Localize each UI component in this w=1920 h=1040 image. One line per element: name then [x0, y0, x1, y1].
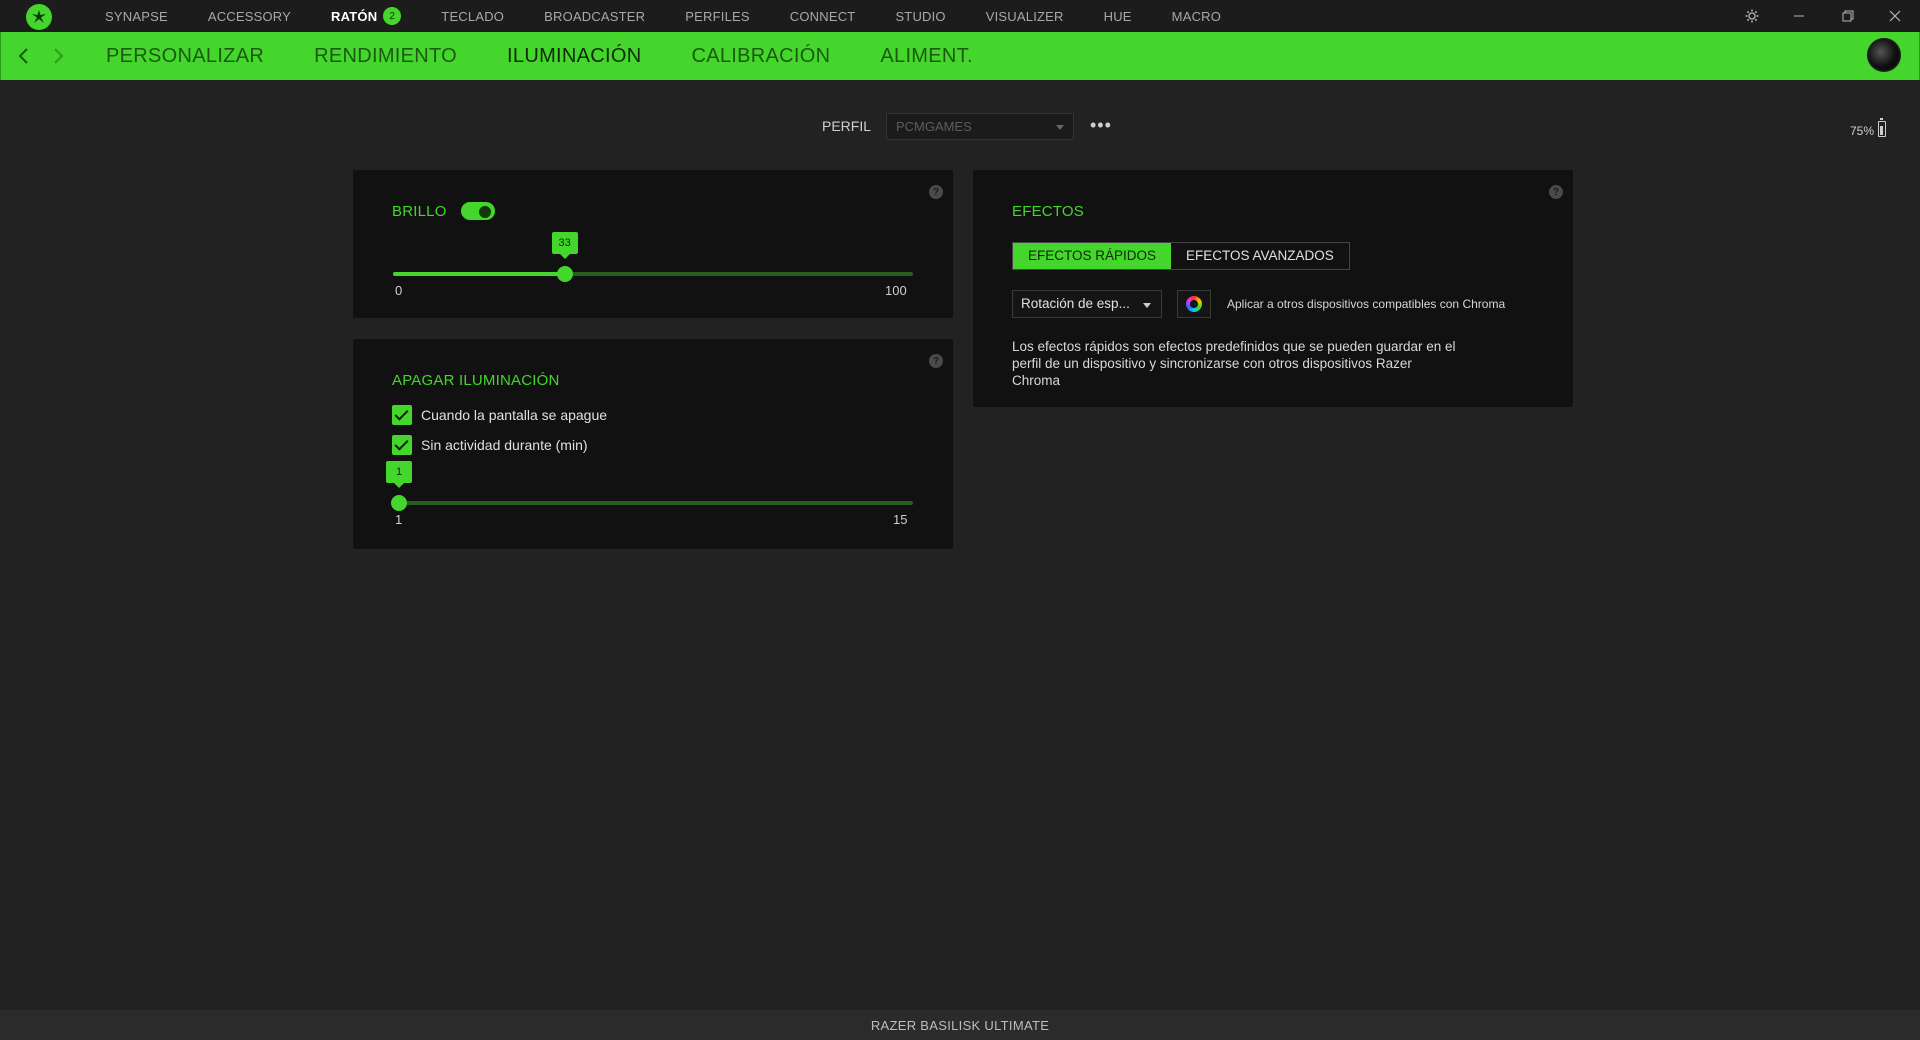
effect-dropdown-value: Rotación de esp...: [1021, 296, 1130, 311]
back-arrow-icon[interactable]: [11, 44, 35, 68]
top-nav-macro[interactable]: MACRO: [1172, 9, 1221, 24]
top-nav-visualizer[interactable]: VISUALIZER: [986, 9, 1064, 24]
top-nav-hue[interactable]: HUE: [1104, 9, 1132, 24]
lighting-off-panel: ? APAGAR ILUMINACIÓN Cuando la pantalla …: [353, 339, 953, 549]
tab-calibracion[interactable]: CALIBRACIÓN: [691, 45, 830, 68]
top-nav-connect[interactable]: CONNECT: [790, 9, 856, 24]
top-nav-studio[interactable]: STUDIO: [895, 9, 945, 24]
lighting-off-title: APAGAR ILUMINACIÓN: [392, 372, 560, 389]
top-nav-perfiles[interactable]: PERFILES: [685, 9, 749, 24]
profile-label: PERFIL: [822, 118, 872, 134]
top-nav-teclado[interactable]: TECLADO: [441, 9, 504, 24]
help-icon[interactable]: ?: [1549, 185, 1563, 199]
synapse-window: SYNAPSE ACCESSORY RATÓN 2 TECLADO BROADCA…: [0, 0, 1920, 1040]
brightness-max-label: 100: [885, 283, 907, 298]
top-nav-synapse[interactable]: SYNAPSE: [105, 9, 168, 24]
chroma-color-wheel-icon: [1186, 296, 1202, 312]
effects-description-line: Los efectos rápidos son efectos predefin…: [1012, 339, 1456, 354]
top-nav: SYNAPSE ACCESSORY RATÓN 2 TECLADO BROADCA…: [105, 0, 1261, 32]
effects-panel: ? EFECTOS EFECTOS RÁPIDOS EFECTOS AVANZA…: [973, 170, 1573, 407]
brightness-slider-fill: [393, 272, 565, 276]
chevron-down-icon: [1143, 303, 1151, 308]
help-icon[interactable]: ?: [929, 185, 943, 199]
sub-nav-bar: PERSONALIZAR RENDIMIENTO ILUMINACIÓN CAL…: [0, 32, 1920, 80]
top-nav-broadcaster[interactable]: BROADCASTER: [544, 9, 645, 24]
top-nav-accessory[interactable]: ACCESSORY: [208, 9, 291, 24]
inactivity-slider[interactable]: 1: [386, 461, 913, 511]
top-nav-raton[interactable]: RATÓN 2: [331, 7, 402, 25]
more-options-icon[interactable]: •••: [1090, 116, 1112, 134]
top-bar: SYNAPSE ACCESSORY RATÓN 2 TECLADO BROADCA…: [0, 0, 1920, 32]
sub-nav: PERSONALIZAR RENDIMIENTO ILUMINACIÓN CAL…: [106, 32, 1023, 80]
brightness-panel: ? BRILLO 33 0 100: [353, 170, 953, 318]
chevron-down-icon: [1056, 125, 1064, 130]
minimize-icon[interactable]: [1783, 0, 1815, 32]
effects-description: Los efectos rápidos son efectos predefin…: [1012, 338, 1456, 389]
inactivity-min-label: 1: [395, 512, 403, 527]
effects-description-line: Chroma: [1012, 373, 1061, 388]
brightness-title: BRILLO: [392, 203, 447, 220]
tab-rendimiento[interactable]: RENDIMIENTO: [314, 45, 457, 68]
forward-arrow-icon[interactable]: [47, 44, 71, 68]
close-icon[interactable]: [1879, 0, 1911, 32]
tab-advanced-effects[interactable]: EFECTOS AVANZADOS: [1171, 243, 1349, 269]
chroma-apply-button[interactable]: [1177, 290, 1211, 318]
screen-off-label: Cuando la pantalla se apague: [421, 407, 608, 423]
inactivity-slider-handle[interactable]: [391, 495, 407, 511]
effect-dropdown[interactable]: Rotación de esp...: [1012, 290, 1162, 318]
inactivity-max-label: 15: [893, 512, 908, 527]
profile-dropdown[interactable]: PCMGAMES: [886, 113, 1074, 140]
settings-icon[interactable]: [1736, 0, 1768, 32]
brightness-toggle[interactable]: [461, 202, 495, 220]
brightness-value-tooltip: 33: [551, 232, 578, 259]
effects-description-line: perfil de un dispositivo y sincronizarse…: [1012, 356, 1412, 371]
brightness-min-label: 0: [395, 283, 403, 298]
avatar[interactable]: [1867, 38, 1901, 72]
battery-icon: [1878, 118, 1886, 137]
screen-off-checkbox[interactable]: [392, 405, 412, 425]
tab-iluminacion[interactable]: ILUMINACIÓN: [507, 45, 641, 68]
brightness-slider[interactable]: 33: [393, 232, 913, 282]
brightness-slider-handle[interactable]: [556, 266, 573, 282]
inactivity-label: Sin actividad durante (min): [421, 437, 588, 453]
help-icon[interactable]: ?: [929, 354, 943, 368]
chroma-apply-label: Aplicar a otros dispositivos compatibles…: [1227, 297, 1506, 311]
profile-dropdown-value: PCMGAMES: [896, 119, 972, 134]
tab-aliment[interactable]: ALIMENT.: [880, 45, 972, 68]
tab-quick-effects[interactable]: EFECTOS RÁPIDOS: [1013, 243, 1172, 269]
device-name: RAZER BASILISK ULTIMATE: [870, 1017, 1050, 1033]
device-footer: RAZER BASILISK ULTIMATE: [0, 1010, 1920, 1040]
inactivity-checkbox[interactable]: [392, 435, 412, 455]
battery-level: 75%: [1849, 124, 1874, 138]
restore-icon[interactable]: [1832, 0, 1864, 32]
effects-title: EFECTOS: [1012, 203, 1084, 220]
razer-logo-icon[interactable]: [26, 4, 52, 30]
device-count-badge: 2: [383, 7, 402, 25]
effects-tabs: EFECTOS RÁPIDOS EFECTOS AVANZADOS: [1012, 242, 1350, 270]
tab-personalizar[interactable]: PERSONALIZAR: [106, 45, 264, 68]
inactivity-value-tooltip: 1: [386, 461, 412, 488]
